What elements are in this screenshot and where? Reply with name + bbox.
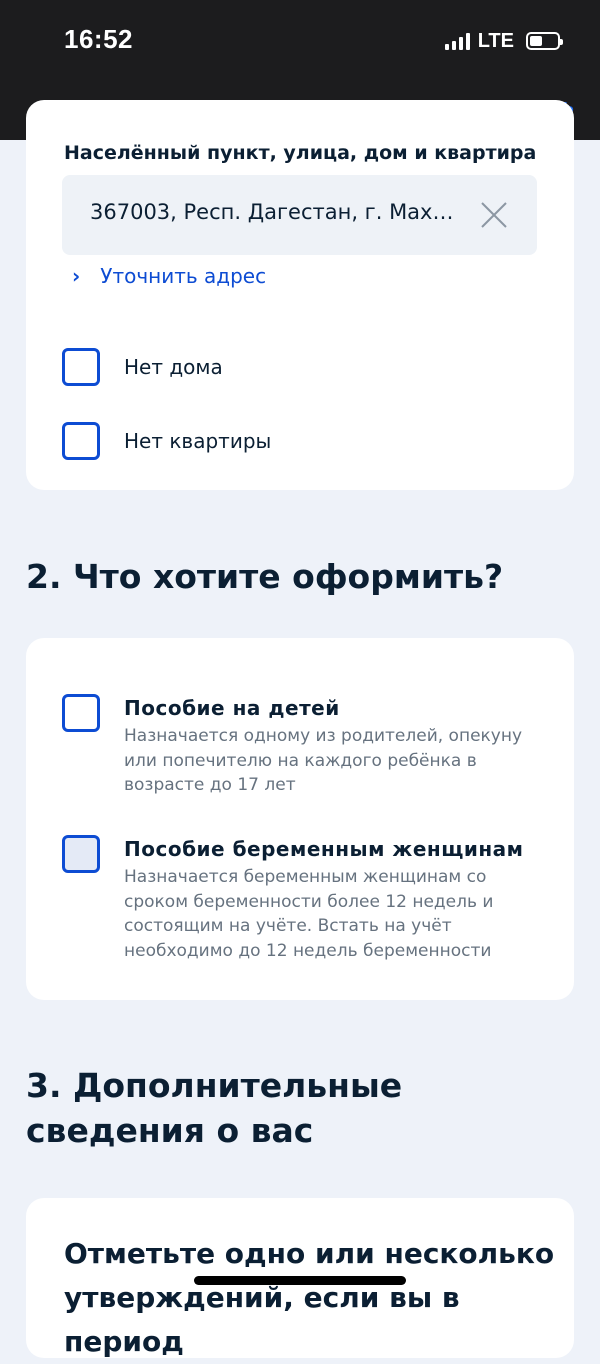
no-apartment-checkbox[interactable]	[62, 422, 100, 460]
battery-icon	[526, 32, 563, 50]
address-value: 367003, Респ. Дагестан, г. Махачкала	[90, 200, 465, 224]
signal-icon	[444, 32, 470, 50]
section-3-title: 3. Дополнительные сведения о вас	[26, 1066, 403, 1150]
benefit-option-pregnant[interactable]: Пособие беременным женщинам Назначается …	[62, 835, 552, 963]
benefit-title: Пособие на детей	[124, 696, 340, 720]
no-house-checkbox[interactable]	[62, 348, 100, 386]
status-time: 16:52	[64, 24, 133, 54]
benefit-description: Назначается беременным женщинам со сроко…	[124, 867, 494, 961]
no-house-checkbox-row[interactable]: Нет дома	[62, 348, 223, 386]
network-type: LTE	[477, 29, 514, 52]
no-apartment-checkbox-row[interactable]: Нет квартиры	[62, 422, 271, 460]
address-input[interactable]: 367003, Респ. Дагестан, г. Махачкала	[62, 175, 537, 255]
no-apartment-label: Нет квартиры	[124, 429, 272, 453]
children-benefit-checkbox[interactable]	[62, 694, 100, 732]
additional-info-prompt: Отметьте одно или несколько утверждений,…	[64, 1237, 555, 1358]
address-field-label: Населённый пункт, улица, дом и квартира	[64, 142, 537, 164]
benefit-option-children[interactable]: Пособие на детей Назначается одному из р…	[62, 694, 552, 798]
benefit-title: Пособие беременным женщинам	[124, 837, 524, 861]
no-house-label: Нет дома	[124, 355, 223, 379]
home-indicator[interactable]	[194, 1276, 406, 1285]
clear-icon[interactable]	[479, 200, 509, 230]
clarify-address-label: Уточнить адрес	[100, 264, 267, 288]
section-2-title: 2. Что хотите оформить?	[26, 557, 504, 596]
clarify-address-link[interactable]: › Уточнить адрес	[72, 264, 266, 288]
status-indicators: LTE	[444, 28, 563, 54]
benefit-description: Назначается одному из родителей, опекуну…	[124, 726, 523, 795]
pregnant-benefit-checkbox[interactable]	[62, 835, 100, 873]
chevron-right-icon: ›	[72, 264, 81, 288]
